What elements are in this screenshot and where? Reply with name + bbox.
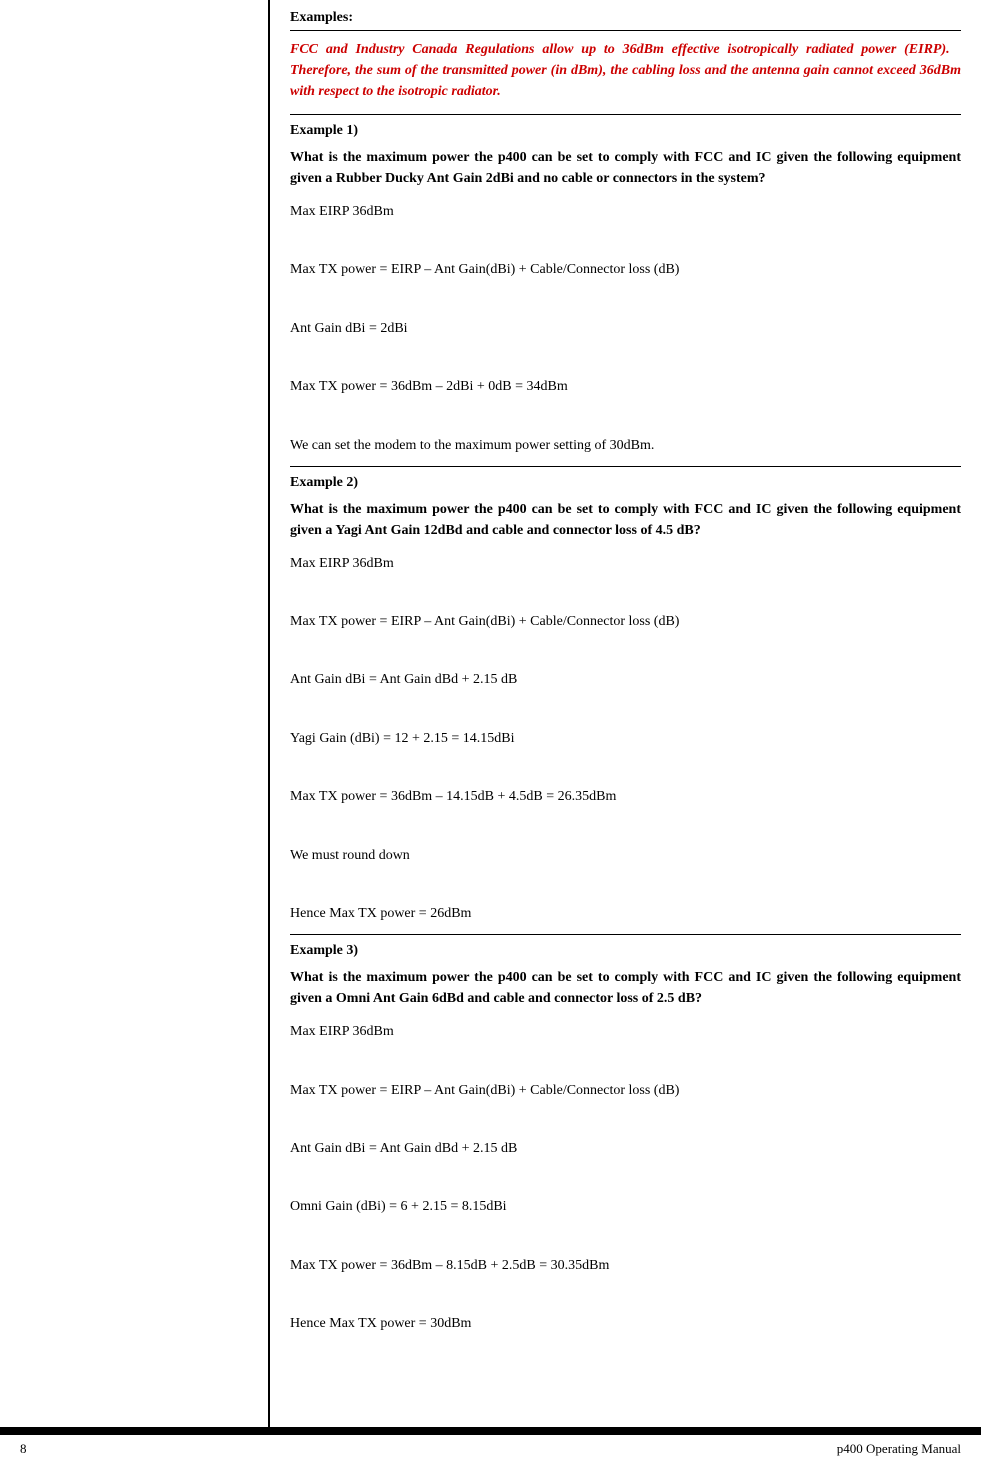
ex2-line-3: Max TX power = EIRP – Ant Gain(dBi) + Ca… [290, 609, 961, 634]
divider-1 [290, 114, 961, 115]
ex2-line-7: Yagi Gain (dBi) = 12 + 2.15 = 14.15dBi [290, 726, 961, 751]
ex1-line-2 [290, 228, 961, 253]
ex3-line-4 [290, 1107, 961, 1132]
divider-3 [290, 934, 961, 935]
fcc-notice: FCC and Industry Canada Regulations allo… [290, 39, 961, 102]
ex2-line-10 [290, 813, 961, 838]
ex3-line-2 [290, 1048, 961, 1073]
ex2-line-5: Ant Gain dBi = Ant Gain dBd + 2.15 dB [290, 667, 961, 692]
ex1-line-5: Ant Gain dBi = 2dBi [290, 316, 961, 341]
ex2-line-6 [290, 697, 961, 722]
ex3-line-6 [290, 1165, 961, 1190]
ex3-line-10 [290, 1282, 961, 1307]
example-1-question: What is the maximum power the p400 can b… [290, 147, 961, 189]
page-container: Examples: FCC and Industry Canada Regula… [0, 0, 981, 1463]
example-3-question: What is the maximum power the p400 can b… [290, 967, 961, 1009]
ex1-line-4 [290, 287, 961, 312]
example-3-body: Max EIRP 36dBm Max TX power = EIRP – Ant… [290, 1019, 961, 1336]
ex2-line-13: Hence Max TX power = 26dBm [290, 901, 961, 926]
eirp-italic: EIRP [909, 42, 942, 57]
ex2-line-8 [290, 755, 961, 780]
ex3-line-11: Hence Max TX power = 30dBm [290, 1311, 961, 1336]
ex2-line-2 [290, 580, 961, 605]
ex3-line-1: Max EIRP 36dBm [290, 1019, 961, 1044]
ex1-line-6 [290, 345, 961, 370]
ex1-line-7: Max TX power = 36dBm – 2dBi + 0dB = 34dB… [290, 374, 961, 399]
ex3-line-5: Ant Gain dBi = Ant Gain dBd + 2.15 dB [290, 1136, 961, 1161]
ex1-line-1: Max EIRP 36dBm [290, 199, 961, 224]
example-2-section: Example 2) What is the maximum power the… [290, 475, 961, 926]
ex1-line-9: We can set the modem to the maximum powe… [290, 433, 961, 458]
footer-page-number: 8 [20, 1441, 27, 1457]
ex2-line-12 [290, 872, 961, 897]
ex3-line-9: Max TX power = 36dBm – 8.15dB + 2.5dB = … [290, 1253, 961, 1278]
ex2-line-11: We must round down [290, 843, 961, 868]
right-content: Examples: FCC and Industry Canada Regula… [270, 0, 981, 1427]
example-1-heading: Example 1) [290, 123, 961, 139]
divider-2 [290, 466, 961, 467]
ex2-line-9: Max TX power = 36dBm – 14.15dB + 4.5dB =… [290, 784, 961, 809]
ex2-line-4 [290, 638, 961, 663]
main-content: Examples: FCC and Industry Canada Regula… [0, 0, 981, 1427]
ex2-line-1: Max EIRP 36dBm [290, 551, 961, 576]
example-2-question: What is the maximum power the p400 can b… [290, 499, 961, 541]
example-1-body: Max EIRP 36dBm Max TX power = EIRP – Ant… [290, 199, 961, 458]
ex1-line-3: Max TX power = EIRP – Ant Gain(dBi) + Ca… [290, 257, 961, 282]
example-2-body: Max EIRP 36dBm Max TX power = EIRP – Ant… [290, 551, 961, 926]
example-3-section: Example 3) What is the maximum power the… [290, 943, 961, 1336]
example-3-heading: Example 3) [290, 943, 961, 959]
ex1-line-8 [290, 403, 961, 428]
examples-heading: Examples: [290, 10, 961, 31]
ex3-line-8 [290, 1223, 961, 1248]
left-margin [0, 0, 270, 1427]
ex3-line-7: Omni Gain (dBi) = 6 + 2.15 = 8.15dBi [290, 1194, 961, 1219]
example-1-section: Example 1) What is the maximum power the… [290, 123, 961, 458]
footer-title: p400 Operating Manual [837, 1441, 961, 1457]
footer-bar: 8 p400 Operating Manual [0, 1433, 981, 1463]
ex3-line-3: Max TX power = EIRP – Ant Gain(dBi) + Ca… [290, 1078, 961, 1103]
example-2-heading: Example 2) [290, 475, 961, 491]
